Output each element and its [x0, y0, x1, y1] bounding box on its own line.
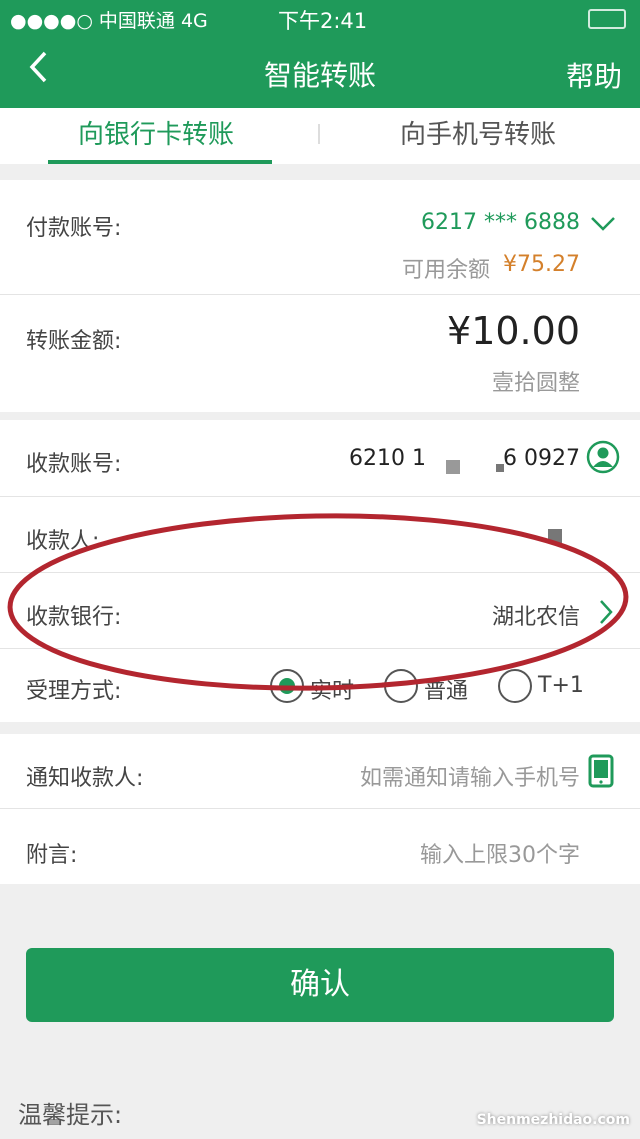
battery-icon — [588, 9, 626, 29]
notify-card: 通知收款人: 如需通知请输入手机号 附言: 输入上限30个字 — [0, 734, 640, 884]
help-button[interactable]: 帮助 — [566, 55, 622, 95]
confirm-button[interactable]: 确认 — [26, 948, 614, 1022]
memo-input[interactable]: 输入上限30个字 — [420, 837, 580, 869]
tab-phone[interactable]: 向手机号转账 — [400, 114, 556, 151]
notify-row[interactable]: 通知收款人: 如需通知请输入手机号 — [0, 734, 640, 808]
memo-label: 附言: — [26, 843, 78, 868]
payer-account-value: 6217 *** 6888 — [421, 210, 580, 235]
page-title: 智能转账 — [263, 59, 376, 92]
payee-account-label: 收款账号: — [26, 452, 122, 477]
header: ●●●●○ 中国联通 4G 下午2:41 智能转账 帮助 — [0, 0, 640, 108]
memo-row[interactable]: 附言: 输入上限30个字 — [0, 808, 640, 885]
tab-bank-card[interactable]: 向银行卡转账 — [78, 114, 234, 151]
status-bar: ●●●●○ 中国联通 4G 下午2:41 — [0, 0, 640, 36]
payer-account-label: 付款账号: — [26, 216, 122, 241]
annotation-ellipse — [7, 513, 629, 691]
nav-bar: 智能转账 帮助 — [0, 36, 640, 108]
amount-row[interactable]: 转账金额: ¥10.00 壹拾圆整 — [0, 294, 640, 413]
contact-icon[interactable] — [586, 440, 620, 478]
carrier: ●●●●○ 中国联通 4G — [10, 10, 208, 32]
clock: 下午2:41 — [278, 9, 368, 33]
notify-label: 通知收款人: — [26, 766, 144, 791]
masked-digits — [446, 460, 460, 474]
phone-icon[interactable] — [588, 754, 614, 792]
payee-account-row[interactable]: 收款账号: 6210 1 6 0927 — [0, 420, 640, 496]
balance-value: ¥75.27 — [503, 252, 580, 277]
amount-label: 转账金额: — [26, 329, 122, 354]
payer-account-row[interactable]: 付款账号: 6217 *** 6888 可用余额 ¥75.27 — [0, 180, 640, 294]
payer-card: 付款账号: 6217 *** 6888 可用余额 ¥75.27 转账金额: ¥1… — [0, 180, 640, 412]
amount-value[interactable]: ¥10.00 — [447, 309, 580, 353]
payee-account-value: 6210 1 — [349, 446, 426, 471]
amount-in-words: 壹拾圆整 — [491, 371, 580, 396]
watermark: Shenmezhidao.com — [476, 1112, 630, 1128]
tab-divider — [318, 124, 320, 144]
payee-account-tail: 6 0927 — [503, 446, 580, 471]
chevron-down-icon[interactable] — [590, 216, 616, 236]
tips-title: 温馨提示: — [18, 1101, 123, 1129]
notify-input[interactable]: 如需通知请输入手机号 — [360, 760, 580, 792]
tab-bar: 向银行卡转账 向手机号转账 — [0, 108, 640, 164]
active-tab-indicator — [48, 160, 272, 164]
balance-label: 可用余额 — [401, 258, 490, 283]
